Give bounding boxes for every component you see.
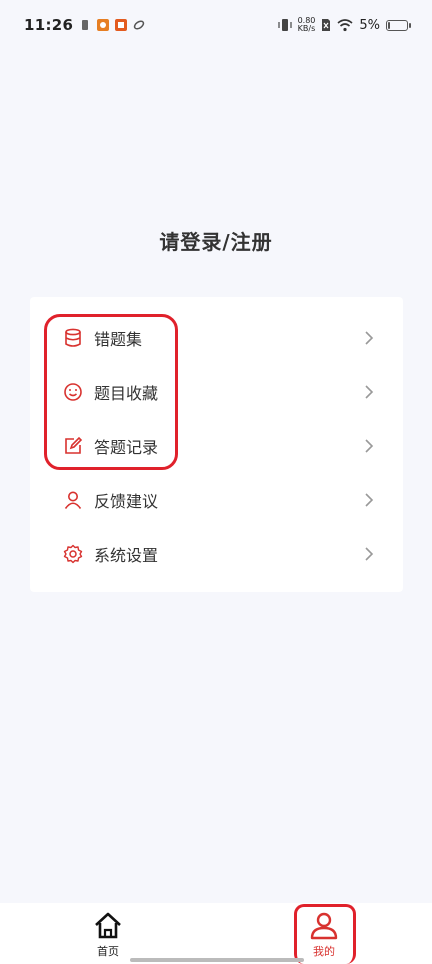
battery-icon <box>386 19 411 31</box>
nav-label-home: 首页 <box>97 945 119 958</box>
user-icon <box>62 489 84 511</box>
status-bar-left: 11:26 <box>24 16 145 34</box>
bottom-nav: 首页 我的 <box>0 903 432 964</box>
app-notification-icon-2 <box>115 19 128 31</box>
home-icon <box>95 912 121 939</box>
battery-percent: 5% <box>359 17 380 33</box>
menu-item-settings[interactable]: 系统设置 <box>30 527 403 581</box>
menu-item-label: 系统设置 <box>94 546 159 565</box>
chevron-right-icon <box>365 331 374 345</box>
chevron-right-icon <box>365 439 374 453</box>
annotation-highlight-box-nav <box>294 904 356 964</box>
gear-icon <box>62 543 84 565</box>
status-bar: 11:26 0.80 KB/s 5% <box>0 0 432 50</box>
status-time: 11:26 <box>24 16 74 34</box>
chevron-right-icon <box>365 547 374 561</box>
nav-tab-home[interactable]: 首页 <box>68 903 148 964</box>
annotation-highlight-box <box>44 314 178 470</box>
vibrate-icon <box>277 19 292 31</box>
status-bar-right: 0.80 KB/s 5% <box>277 17 411 33</box>
wifi-icon <box>337 18 353 31</box>
link-icon <box>134 20 145 30</box>
home-indicator-bar[interactable] <box>130 958 304 962</box>
chevron-right-icon <box>365 493 374 507</box>
no-sim-icon <box>322 19 331 31</box>
chevron-right-icon <box>365 385 374 399</box>
menu-item-label: 反馈建议 <box>94 492 159 511</box>
battery-saver-icon <box>82 20 89 30</box>
login-register-link[interactable]: 请登录/注册 <box>0 226 432 255</box>
network-speed-unit: KB/s <box>297 24 316 33</box>
app-notification-icon <box>97 19 110 31</box>
menu-item-feedback[interactable]: 反馈建议 <box>30 473 403 527</box>
network-speed: 0.80 KB/s <box>298 17 316 33</box>
